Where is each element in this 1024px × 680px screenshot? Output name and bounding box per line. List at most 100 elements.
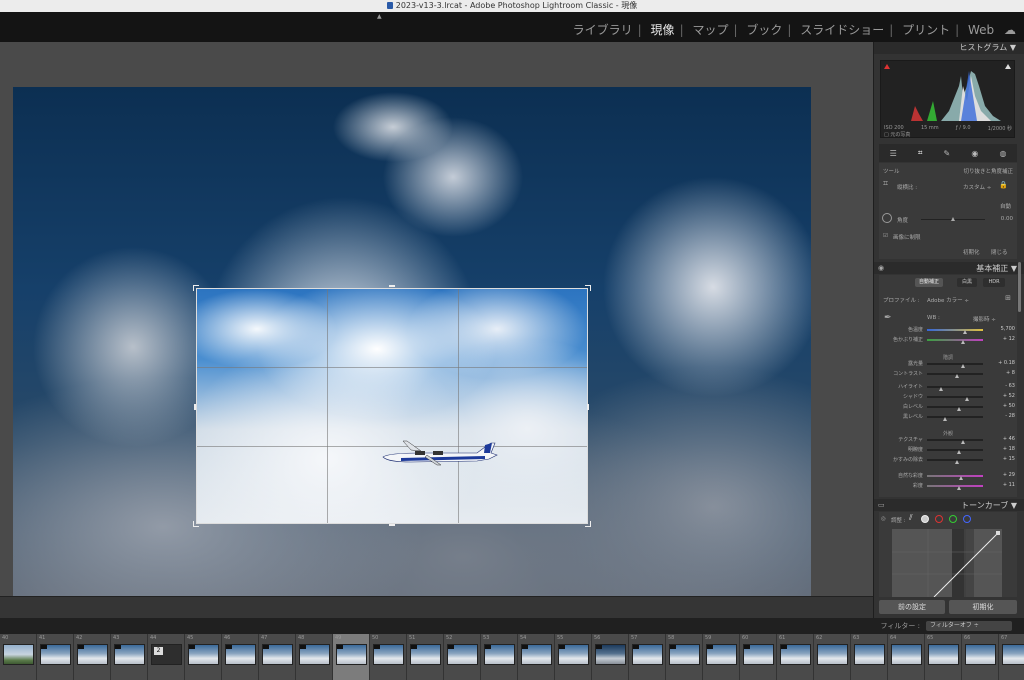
crop-handle-bottom[interactable] [389, 524, 395, 526]
filter-select[interactable]: フィルターオフ ÷ [926, 621, 1012, 631]
slider-track[interactable] [927, 416, 983, 418]
filmstrip-thumbnail[interactable]: 46 [222, 634, 259, 680]
main-image-view[interactable] [0, 42, 873, 618]
constrain-checkbox[interactable]: ☑ [883, 233, 888, 239]
module-web[interactable]: Web [968, 23, 994, 37]
masking-icon[interactable]: ◍ [999, 149, 1006, 158]
crop-handle-bottom-right[interactable] [585, 521, 591, 527]
filmstrip-thumbnail[interactable]: 66 [962, 634, 999, 680]
crop-tool-icon[interactable]: ⌗ [918, 148, 923, 158]
edit-sliders-icon[interactable]: ☰ [890, 149, 897, 158]
stack-count-badge[interactable]: 2 [154, 647, 163, 655]
slider-knob[interactable] [961, 440, 965, 444]
crop-overlay[interactable] [196, 288, 588, 524]
crop-frame-icon[interactable]: ⌗ [883, 179, 888, 189]
original-photo-checkbox[interactable]: □ 元の写真 [884, 131, 910, 137]
filmstrip-thumbnail[interactable]: 43 [111, 634, 148, 680]
slider-knob[interactable] [965, 397, 969, 401]
slider-knob[interactable] [963, 330, 967, 334]
slider-value[interactable]: + 11 [985, 482, 1015, 488]
profile-browser-icon[interactable]: ⊞ [1005, 294, 1011, 302]
filmstrip-thumbnail[interactable]: 53 [481, 634, 518, 680]
collapse-top-panel-icon[interactable]: ▲ [377, 13, 382, 20]
histogram-header[interactable]: ヒストグラム ▼ [874, 42, 1024, 54]
auto-tone-button[interactable]: 自動補正 [915, 278, 943, 287]
slider-value[interactable]: + 12 [985, 336, 1015, 342]
filmstrip-thumbnail[interactable]: 56 [592, 634, 629, 680]
filmstrip-thumbnail[interactable]: 49 [333, 634, 370, 680]
healing-brush-icon[interactable]: ✎ [944, 149, 951, 158]
tone-curve-graph[interactable] [892, 529, 1002, 597]
slider-value[interactable]: + 29 [985, 472, 1015, 478]
filmstrip-thumbnail[interactable]: 50 [370, 634, 407, 680]
slider-track[interactable] [927, 406, 983, 408]
module-print[interactable]: プリント [902, 23, 950, 37]
slider-value[interactable]: - 28 [985, 413, 1015, 419]
slider-track[interactable] [927, 386, 983, 388]
filmstrip-thumbnail[interactable]: 58 [666, 634, 703, 680]
slider-knob[interactable] [943, 417, 947, 421]
hdr-button[interactable]: HDR [983, 278, 1005, 287]
slider-track[interactable] [927, 339, 983, 341]
filmstrip-thumbnail[interactable]: 67 [999, 634, 1024, 680]
profile-select[interactable]: Adobe カラー ÷ [927, 296, 969, 304]
filmstrip-thumbnail[interactable]: 65 [925, 634, 962, 680]
slider-knob[interactable] [955, 460, 959, 464]
crop-reset-button[interactable]: 初期化 [963, 248, 980, 256]
filmstrip-thumbnail[interactable]: 40 [0, 634, 37, 680]
crop-handle-top-left[interactable] [193, 285, 199, 291]
filmstrip-thumbnail[interactable]: 60 [740, 634, 777, 680]
point-curve-red[interactable] [935, 515, 943, 523]
crop-handle-bottom-left[interactable] [193, 521, 199, 527]
point-curve-rgb[interactable] [921, 515, 929, 523]
filmstrip-thumbnail[interactable]: 59 [703, 634, 740, 680]
auto-button[interactable]: 自動 [1000, 202, 1011, 210]
filmstrip-thumbnail[interactable]: 63 [851, 634, 888, 680]
wb-select[interactable]: 撮影時 ÷ [973, 315, 996, 323]
slider-value[interactable]: + 18 [985, 446, 1015, 452]
straighten-tool-icon[interactable] [882, 213, 892, 223]
point-curve-green[interactable] [949, 515, 957, 523]
slider-track[interactable] [927, 396, 983, 398]
module-map[interactable]: マップ [692, 23, 728, 37]
red-eye-icon[interactable]: ◉ [971, 149, 978, 158]
crop-handle-left[interactable] [194, 404, 196, 410]
slider-track[interactable] [927, 475, 983, 477]
slider-value[interactable]: + 15 [985, 456, 1015, 462]
slider-knob[interactable] [957, 407, 961, 411]
filmstrip-thumbnail[interactable]: 61 [777, 634, 814, 680]
filmstrip-thumbnail[interactable]: 48 [296, 634, 333, 680]
basic-panel-header[interactable]: ◉ 基本補正 ▼ [874, 262, 1024, 274]
filmstrip-thumbnail[interactable]: 47 [259, 634, 296, 680]
slider-value[interactable]: + 8 [985, 370, 1015, 376]
filmstrip-thumbnail[interactable]: 54 [518, 634, 555, 680]
module-develop[interactable]: 現像 [651, 23, 675, 37]
slider-knob[interactable] [957, 486, 961, 490]
target-adjust-icon[interactable]: ◎ [881, 516, 886, 522]
filmstrip-thumbnail[interactable]: 42 [74, 634, 111, 680]
module-slideshow[interactable]: スライドショー [800, 23, 884, 37]
filmstrip-thumbnail[interactable]: 64 [888, 634, 925, 680]
angle-value[interactable]: 0.00 [1001, 216, 1013, 222]
slider-track[interactable] [927, 439, 983, 441]
slider-track[interactable] [927, 329, 983, 331]
slider-knob[interactable] [959, 476, 963, 480]
filmstrip-thumbnail[interactable]: 52 [444, 634, 481, 680]
filmstrip-thumbnail[interactable]: 45 [185, 634, 222, 680]
slider-value[interactable]: 5,700 [985, 326, 1015, 332]
slider-track[interactable] [927, 363, 983, 365]
filmstrip-thumbnail[interactable]: 51 [407, 634, 444, 680]
slider-knob[interactable] [939, 387, 943, 391]
reset-button[interactable]: 初期化 [949, 600, 1017, 614]
tone-curve-header[interactable]: ▭ トーンカーブ ▼ [874, 499, 1024, 511]
parametric-curve-icon[interactable]: ⫽ [909, 513, 913, 523]
slider-track[interactable] [927, 485, 983, 487]
slider-value[interactable]: - 63 [985, 383, 1015, 389]
filmstrip-thumbnail[interactable]: 57 [629, 634, 666, 680]
filmstrip-thumbnail[interactable]: 41 [37, 634, 74, 680]
photo-canvas[interactable] [13, 87, 811, 596]
crop-handle-right[interactable] [587, 404, 589, 410]
slider-value[interactable]: + 52 [985, 393, 1015, 399]
lock-icon[interactable]: 🔒 [999, 181, 1008, 189]
slider-knob[interactable] [955, 374, 959, 378]
